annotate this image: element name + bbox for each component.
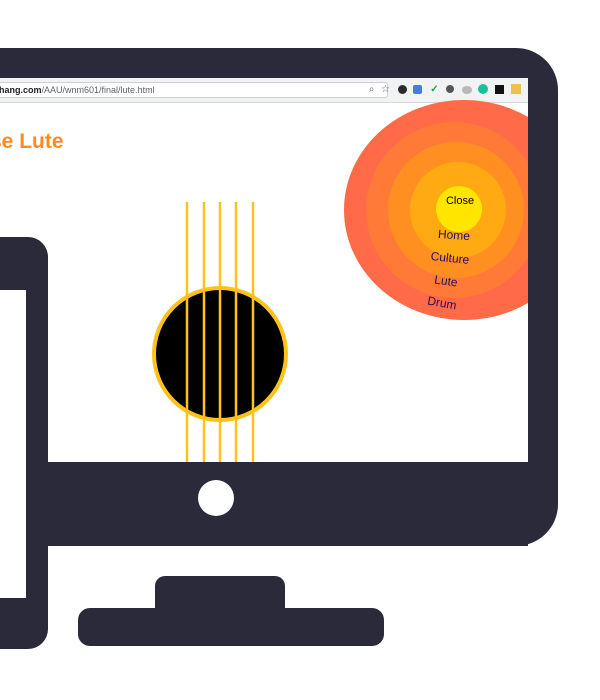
menu-close-button[interactable]: Close xyxy=(420,195,500,207)
monitor-stand-base xyxy=(78,608,384,646)
url-domain: hang.com xyxy=(0,85,42,95)
page-title: se Lute xyxy=(0,130,64,153)
pin-icon[interactable] xyxy=(446,85,454,93)
tablet-screen xyxy=(0,290,26,598)
menu-ring-center[interactable] xyxy=(436,186,482,232)
jb-icon[interactable] xyxy=(495,85,504,94)
search-icon[interactable]: ⌕ xyxy=(366,84,377,95)
url-path: /AAU/wnm601/final/lute.html xyxy=(41,85,155,95)
monitor-logo-dot xyxy=(198,480,234,516)
screen: hang.com/AAU/wnm601/final/lute.html ⌕ ☆ … xyxy=(0,78,528,462)
grammarly-icon[interactable] xyxy=(478,84,488,94)
translate-icon[interactable] xyxy=(413,85,422,94)
monitor-chin xyxy=(78,462,528,546)
extension-icon[interactable] xyxy=(511,84,521,94)
star-icon[interactable]: ☆ xyxy=(380,84,391,95)
evernote-icon[interactable] xyxy=(398,85,407,94)
radial-menu: Close Home Culture Lute Drum xyxy=(344,100,528,320)
check-icon[interactable]: ✓ xyxy=(429,84,440,95)
address-bar[interactable]: hang.com/AAU/wnm601/final/lute.html xyxy=(0,82,388,98)
lute-illustration xyxy=(152,202,288,462)
cloud-icon[interactable] xyxy=(462,86,472,94)
url-text: hang.com/AAU/wnm601/final/lute.html xyxy=(0,83,155,97)
